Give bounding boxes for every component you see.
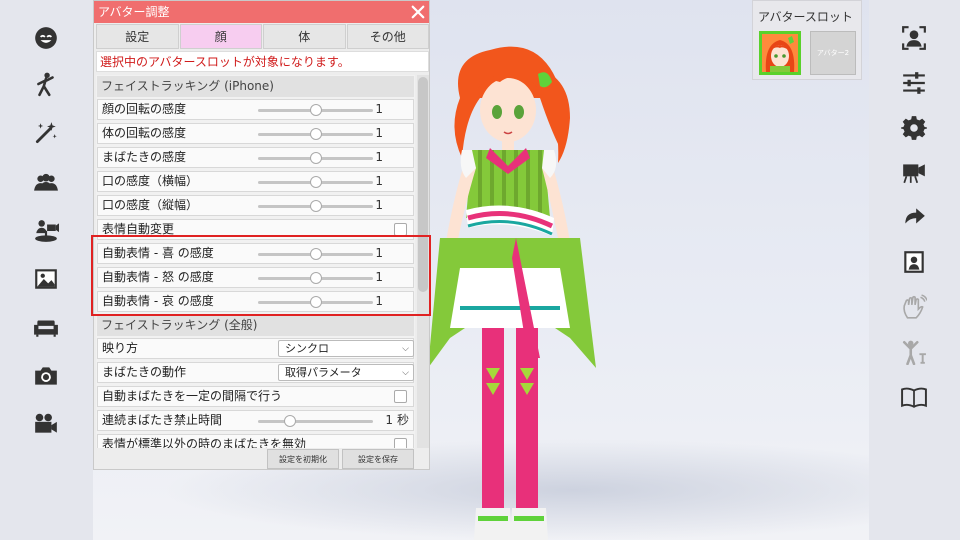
setting-label: 自動まばたきを一定の間隔で行う xyxy=(102,389,283,403)
video-camera-icon[interactable] xyxy=(898,156,930,188)
reset-settings-button[interactable]: 設定を初期化 xyxy=(267,449,339,469)
right-sidebar xyxy=(869,0,960,540)
magic-wand-icon[interactable] xyxy=(30,117,62,149)
setting-row-display-mode: 映り方 シンクロ ⌵ xyxy=(97,338,414,359)
select-value: シンクロ xyxy=(285,342,329,355)
panel-footer: 設定を初期化 設定を保存 xyxy=(96,449,429,469)
save-settings-button[interactable]: 設定を保存 xyxy=(342,449,414,469)
setting-row-blink: まばたきの感度 1 xyxy=(97,147,414,168)
motion-icon[interactable] xyxy=(30,68,62,100)
camera-stand-icon[interactable] xyxy=(30,215,62,247)
setting-row-mouth-width: 口の感度（横幅） 1 xyxy=(97,171,414,192)
mouth-height-slider[interactable] xyxy=(258,200,373,212)
face-rotation-slider[interactable] xyxy=(258,104,373,116)
slider-knob[interactable] xyxy=(309,152,322,164)
panel-title: アバター調整 xyxy=(94,1,429,23)
avatar-thumbnail xyxy=(762,34,798,72)
setting-label: 体の回転の感度 xyxy=(102,126,187,140)
notice-text: 選択中のアバタースロットが対象になります。 xyxy=(96,51,429,72)
setting-row-disable-blink: 表情が標準以外の時のまばたきを無効 xyxy=(97,434,414,448)
setting-row-blink-lock: 連続まばたき禁止時間 1 秒 xyxy=(97,410,414,431)
mouth-width-slider[interactable] xyxy=(258,176,373,188)
setting-label: 口の感度（横幅） xyxy=(102,174,199,188)
select-value: 取得パラメータ xyxy=(285,366,362,379)
disable-blink-checkbox[interactable] xyxy=(394,438,407,448)
chevron-down-icon: ⌵ xyxy=(402,344,409,354)
hand-wave-icon[interactable] xyxy=(898,291,930,323)
gear-icon[interactable] xyxy=(898,112,930,144)
setting-label: 連続まばたき禁止時間 xyxy=(102,413,223,427)
slider-knob[interactable] xyxy=(309,176,322,188)
sliders-icon[interactable] xyxy=(898,67,930,99)
book-icon[interactable] xyxy=(898,381,930,413)
sofa-icon[interactable] xyxy=(30,311,62,343)
close-button[interactable] xyxy=(409,3,427,21)
setting-value: 1 xyxy=(375,126,383,140)
setting-row-auto-blink: 自動まばたきを一定の間隔で行う xyxy=(97,386,414,407)
setting-label: まばたきの感度 xyxy=(102,150,187,164)
setting-label: 映り方 xyxy=(102,341,139,355)
setting-unit: 秒 xyxy=(396,413,409,427)
image-icon[interactable] xyxy=(30,263,62,295)
tab-bar: 設定 顔 体 その他 xyxy=(96,24,429,49)
setting-label: まばたきの動作 xyxy=(102,365,187,379)
tab-other[interactable]: その他 xyxy=(346,24,429,49)
film-camera-icon[interactable] xyxy=(30,408,62,440)
blink-slider[interactable] xyxy=(258,152,373,164)
camera-icon[interactable] xyxy=(30,360,62,392)
avatar-slot-2[interactable]: アバター2 xyxy=(810,31,856,75)
display-mode-select[interactable]: シンクロ ⌵ xyxy=(278,340,414,357)
avatar-slot-1[interactable] xyxy=(759,31,801,75)
auto-blink-checkbox[interactable] xyxy=(394,390,407,403)
tab-face[interactable]: 顔 xyxy=(179,24,262,49)
panel-title-text: アバター調整 xyxy=(98,5,170,19)
setting-label: 口の感度（縦幅） xyxy=(102,198,199,212)
setting-value: 1 xyxy=(375,198,383,212)
setting-label: 表情が標準以外の時のまばたきを無効 xyxy=(102,437,307,448)
slider-knob[interactable] xyxy=(309,200,322,212)
slider-knob[interactable] xyxy=(284,415,297,427)
setting-value: 1 xyxy=(375,150,383,164)
portrait-icon[interactable] xyxy=(898,246,930,278)
section-header-iphone: フェイストラッキング (iPhone) xyxy=(97,76,414,97)
redo-icon[interactable] xyxy=(898,201,930,233)
setting-row-blink-action: まばたきの動作 取得パラメータ ⌵ xyxy=(97,362,414,383)
person-frame-icon[interactable] xyxy=(898,22,930,54)
setting-row-body-rotation: 体の回転の感度 1 xyxy=(97,123,414,144)
blink-action-select[interactable]: 取得パラメータ ⌵ xyxy=(278,364,414,381)
slider-knob[interactable] xyxy=(309,128,322,140)
face-icon[interactable] xyxy=(30,22,62,54)
setting-row-face-rotation: 顔の回転の感度 1 xyxy=(97,99,414,120)
setting-value: 1 xyxy=(375,102,383,116)
tab-body[interactable]: 体 xyxy=(263,24,346,49)
setting-label: 顔の回転の感度 xyxy=(102,102,187,116)
setting-value: 1 xyxy=(385,413,393,427)
avatar-slot-title: アバタースロット xyxy=(758,10,853,24)
body-rotation-slider[interactable] xyxy=(258,128,373,140)
setting-row-mouth-height: 口の感度（縦幅） 1 xyxy=(97,195,414,216)
tab-settings[interactable]: 設定 xyxy=(96,24,179,49)
slider-knob[interactable] xyxy=(309,104,322,116)
setting-value: 1 xyxy=(375,174,383,188)
avatar-character xyxy=(428,46,596,540)
section-header-general: フェイストラッキング (全般) xyxy=(97,315,414,336)
close-icon xyxy=(411,5,425,19)
people-icon[interactable] xyxy=(30,166,62,198)
chevron-down-icon: ⌵ xyxy=(402,368,409,378)
blink-lock-slider[interactable] xyxy=(258,415,373,427)
highlight-box xyxy=(91,235,431,316)
setting-label: 表情自動変更 xyxy=(102,222,175,236)
avatar-slot-panel: アバタースロット アバター2 xyxy=(752,0,862,80)
left-sidebar xyxy=(0,0,93,540)
pose-icon[interactable] xyxy=(898,336,930,368)
